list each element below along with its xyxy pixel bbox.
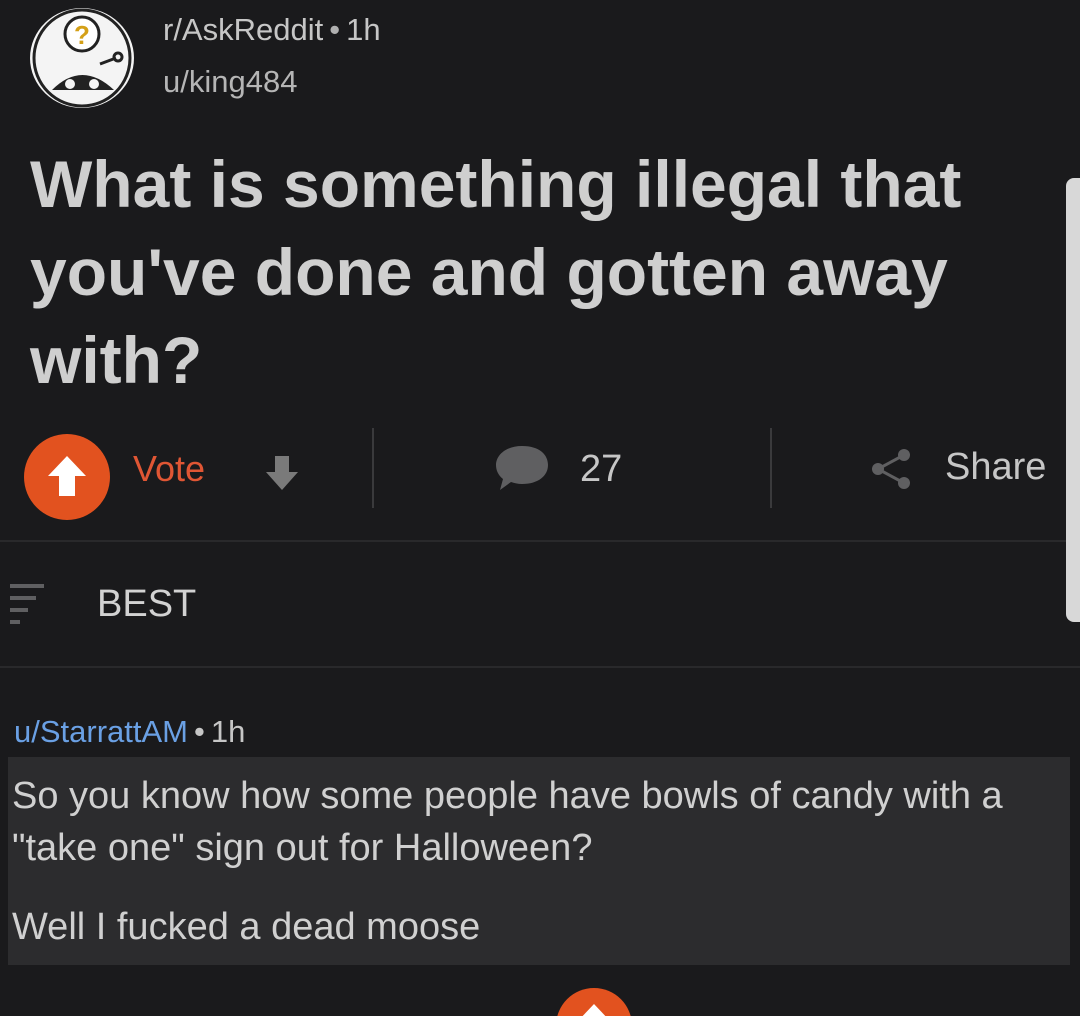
upvote-arrow-icon: [48, 456, 86, 496]
action-divider: [770, 428, 772, 508]
upvote-button[interactable]: [24, 434, 110, 520]
meta-separator: •: [194, 714, 205, 749]
comment-meta: u/StarrattAM • 1h: [14, 714, 245, 750]
comment-author-link[interactable]: u/StarrattAM: [14, 714, 188, 749]
upvote-arrow-icon: [582, 1004, 606, 1016]
share-label[interactable]: Share: [945, 446, 1046, 489]
section-divider: [0, 666, 1080, 668]
vote-label: Vote: [133, 448, 206, 489]
scrollbar[interactable]: [1066, 178, 1080, 622]
downvote-button[interactable]: [262, 450, 302, 494]
post-meta: r/AskReddit • 1h: [163, 12, 381, 48]
meta-separator: •: [329, 12, 341, 47]
comments-count[interactable]: 27: [580, 448, 622, 491]
svg-text:?: ?: [74, 20, 90, 50]
downvote-arrow-icon: [266, 456, 298, 490]
subreddit-link[interactable]: r/AskReddit: [163, 12, 323, 47]
reddit-post-screen: ? r/AskReddit • 1h u/king484 What is somet…: [0, 0, 1080, 1016]
action-divider: [372, 428, 374, 508]
share-icon[interactable]: [868, 446, 914, 492]
comment-upvote-button[interactable]: [556, 988, 632, 1016]
comment-bubble-icon[interactable]: [494, 442, 550, 494]
post-author-link[interactable]: u/king484: [163, 64, 297, 100]
comment-time: 1h: [210, 714, 246, 749]
section-divider: [0, 540, 1066, 542]
comment-text: So you know how some people have bowls o…: [12, 775, 1003, 869]
askreddit-snoo-icon[interactable]: ?: [30, 8, 134, 108]
comment-text: Well I fucked a dead moose: [12, 906, 481, 948]
sort-label[interactable]: BEST: [97, 583, 196, 626]
post-title: What is something illegal that you've do…: [30, 147, 962, 397]
sort-icon[interactable]: [10, 578, 70, 628]
post-time: 1h: [346, 12, 381, 47]
